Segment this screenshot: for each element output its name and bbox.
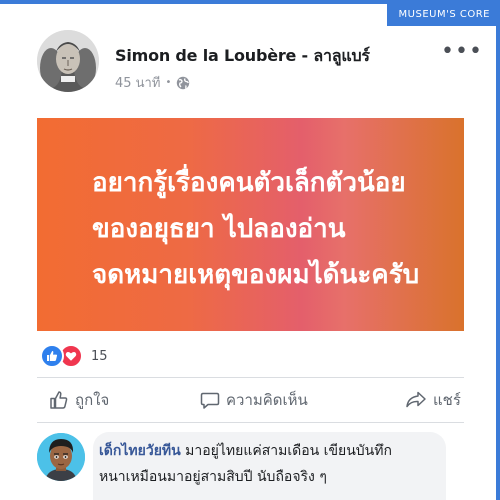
museum-badge: MUSEUM'S CORE [386, 0, 500, 26]
comment-bubble: เด็กไทยวัยทีน มาอยู่ไทยแค่สามเดือน เขียน… [93, 432, 446, 500]
divider [37, 377, 464, 378]
comment-text-line2: หนาเหมือนมาอยู่สามสิบปี นับถือจริง ๆ [99, 469, 327, 485]
author-avatar[interactable] [37, 30, 99, 92]
post-timestamp[interactable]: 45 นาที [115, 72, 160, 93]
share-label: แชร์ [433, 391, 461, 409]
reaction-count: 15 [91, 348, 108, 364]
comment-label: ความคิดเห็น [226, 391, 308, 409]
banner-text: อยากรู้เรื่องคนตัวเล็กตัวน้อย ของอยุธยา … [92, 160, 419, 298]
banner-line: ของอยุธยา ไปลองอ่าน [92, 214, 346, 244]
comment-icon [200, 392, 220, 409]
more-options-icon[interactable]: ••• [441, 41, 483, 63]
comment-button[interactable]: ความคิดเห็น [200, 388, 308, 412]
like-label: ถูกใจ [75, 391, 110, 409]
thumbs-up-icon [50, 391, 68, 409]
divider [37, 422, 464, 423]
share-button[interactable]: แชร์ [405, 388, 461, 412]
post-action-bar: ถูกใจ ความคิดเห็น แชร์ [37, 388, 464, 416]
commenter-avatar[interactable] [37, 433, 85, 481]
like-icon [40, 344, 64, 368]
meta-separator: • [165, 77, 172, 88]
like-button[interactable]: ถูกใจ [49, 388, 109, 412]
comment-text-line1: มาอยู่ไทยแค่สามเดือน เขียนบันทึก [180, 443, 392, 459]
post-author-name[interactable]: Simon de la Loubère - ลาลูแบร์ [115, 44, 370, 69]
post-meta: 45 นาที • [115, 72, 190, 93]
banner-line: จดหมายเหตุของผมได้นะครับ [92, 260, 420, 290]
banner-line: อยากรู้เรื่องคนตัวเล็กตัวน้อย [92, 168, 406, 198]
globe-icon[interactable] [176, 76, 190, 90]
reactions-summary[interactable]: 15 [40, 344, 108, 368]
share-arrow-icon [406, 391, 426, 408]
commenter-name[interactable]: เด็กไทยวัยทีน [99, 443, 181, 459]
